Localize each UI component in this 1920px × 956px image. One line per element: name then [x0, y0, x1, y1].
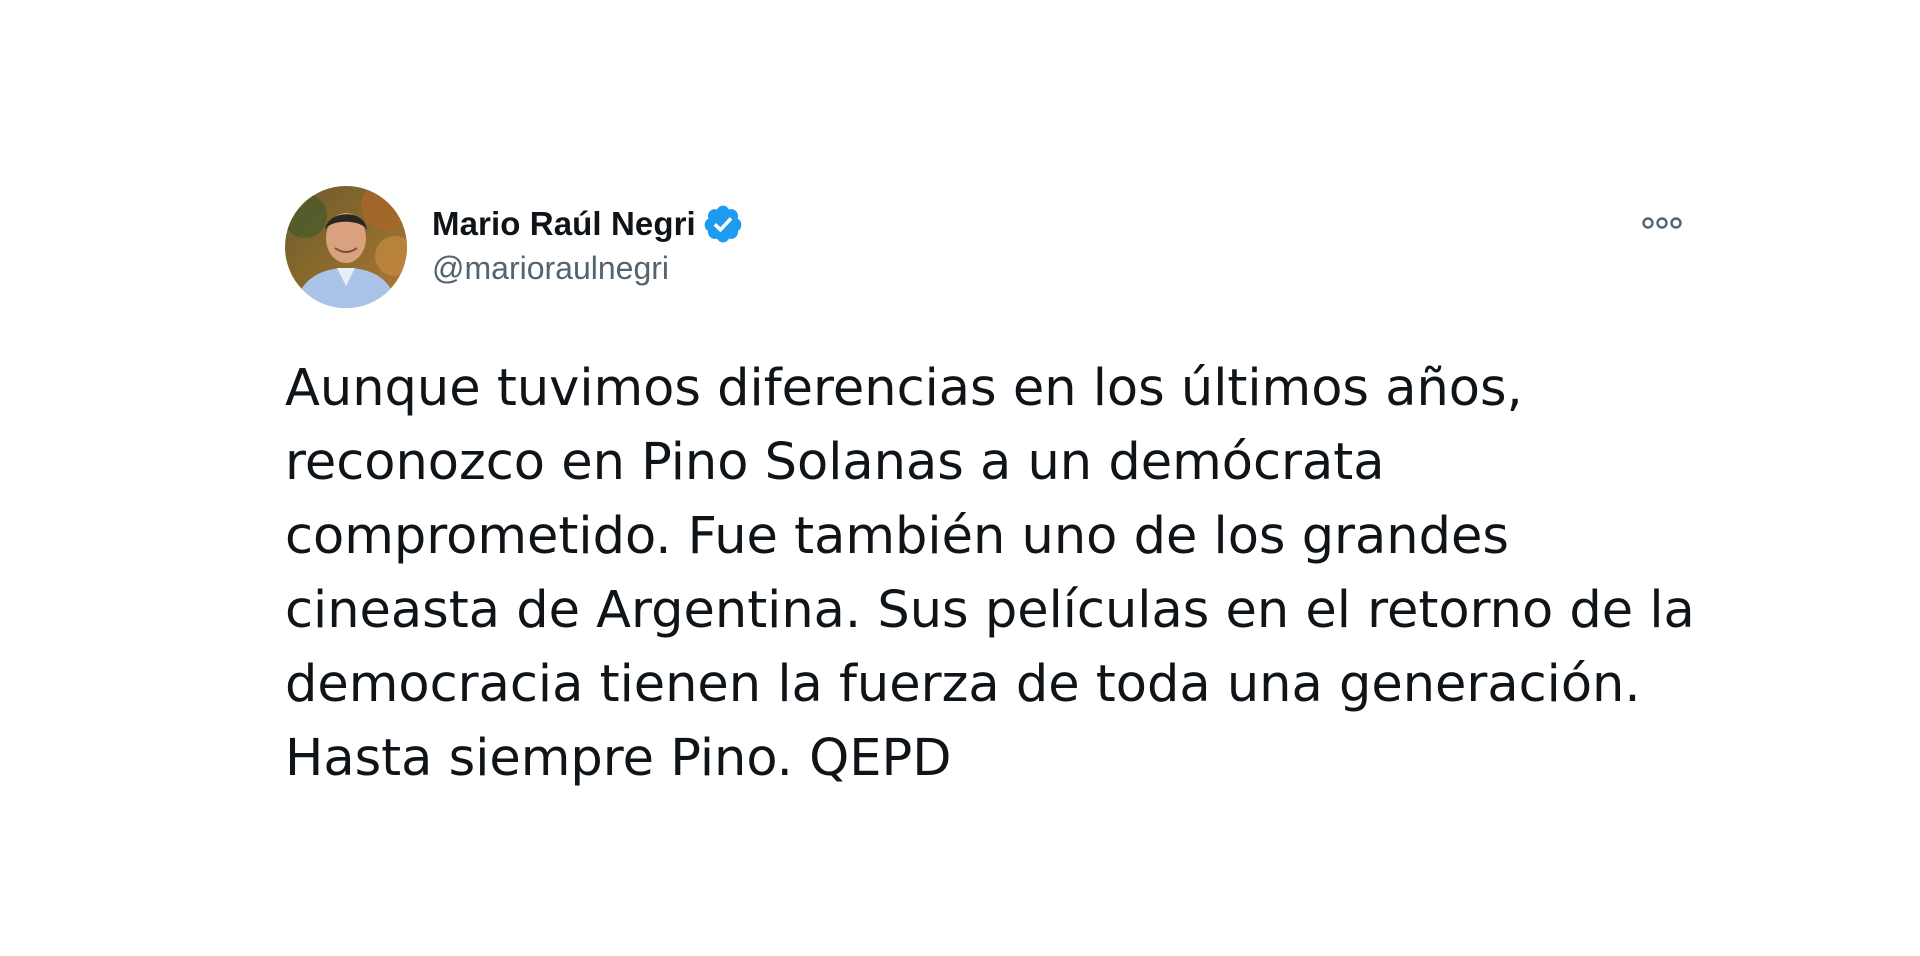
tweet-text-line: reconozco en Pino Solanas a un demócrata [285, 433, 1385, 492]
tweet-text-line: democracia tienen la fuerza de toda una … [285, 655, 1641, 714]
tweet-text: Aunque tuvimos diferencias en los último… [285, 352, 1695, 796]
display-name[interactable]: Mario Raúl Negri [432, 205, 696, 243]
tweet-text-line: cineasta de Argentina. Sus películas en … [285, 581, 1695, 640]
verified-badge-icon [702, 203, 744, 245]
avatar[interactable] [285, 186, 407, 308]
tweet-card: Mario Raúl Negri @marioraulnegri Aunque … [285, 186, 1695, 806]
tweet-text-line: comprometido. Fue también uno de los gra… [285, 507, 1509, 566]
name-row: Mario Raúl Negri [432, 200, 744, 248]
author-info: Mario Raúl Negri @marioraulnegri [432, 200, 744, 287]
tweet-text-line: Hasta siempre Pino. QEPD [285, 729, 952, 788]
user-handle[interactable]: @marioraulnegri [432, 250, 744, 287]
tweet-text-line: Aunque tuvimos diferencias en los último… [285, 359, 1523, 418]
more-options-icon[interactable] [1640, 210, 1684, 236]
avatar-image [285, 186, 407, 308]
